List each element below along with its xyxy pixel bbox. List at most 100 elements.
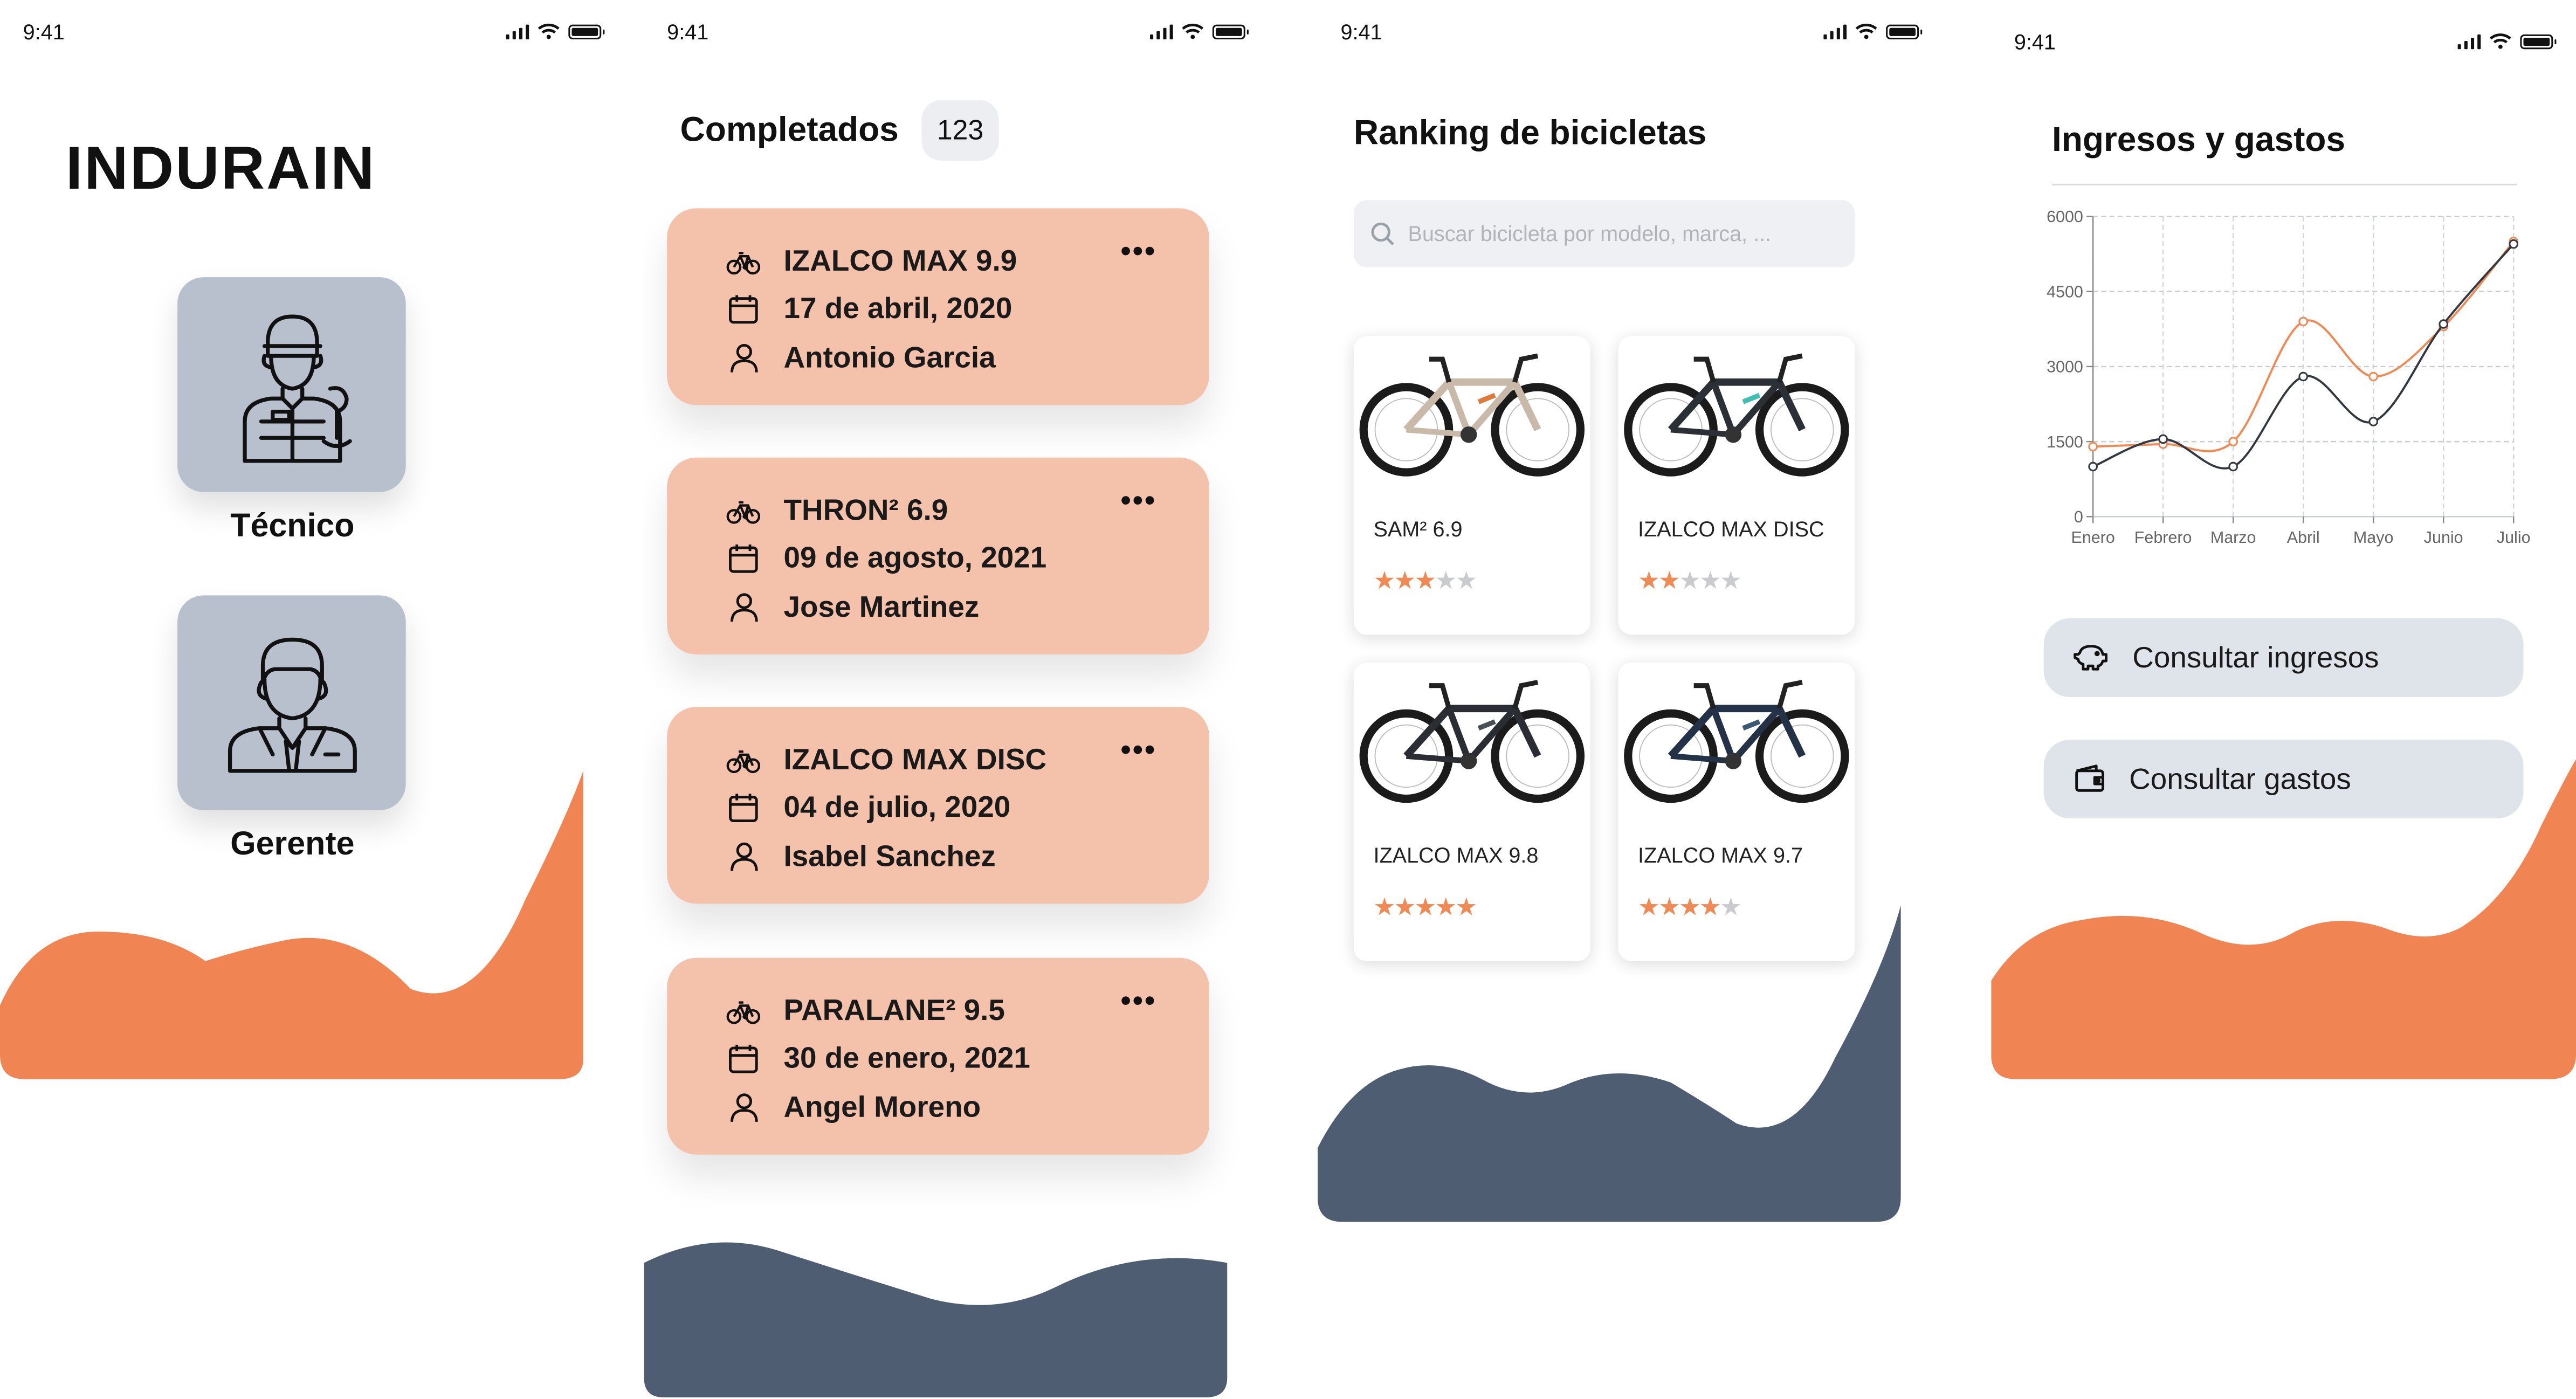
user-icon [729, 1093, 757, 1122]
status-time: 9:41 [667, 19, 709, 45]
user-icon [729, 593, 757, 622]
income-expense-chart: 0 1500 3000 4500 6000 Enero Febrero Marzo Abril M… [2047, 208, 2530, 547]
bike-name: IZALCO MAX 9.7 [1638, 843, 1803, 868]
bike-image [1624, 680, 1849, 803]
bike-card[interactable]: IZALCO MAX DISC ★★★★★ [1618, 336, 1855, 635]
star-icon: ★ [1699, 566, 1721, 596]
job-bike-name: IZALCO MAX 9.9 [783, 244, 1017, 278]
x-tick-label: Julio [2497, 528, 2530, 547]
role-label-tecnico: Técnico [230, 508, 355, 545]
more-options-icon[interactable]: ••• [1120, 235, 1156, 269]
button-label: Consultar ingresos [2132, 640, 2379, 673]
x-tick-label: Enero [2071, 528, 2114, 547]
data-point [2088, 442, 2098, 452]
data-point [2368, 371, 2379, 382]
job-date-row: 17 de abril, 2020 [726, 292, 1012, 327]
more-options-icon[interactable]: ••• [1120, 733, 1156, 768]
piggy-bank-icon [2074, 645, 2107, 671]
data-point [2228, 437, 2238, 446]
signal-icon [2457, 33, 2481, 49]
battery-icon [1886, 24, 1923, 39]
user-icon [729, 842, 757, 871]
star-icon: ★ [1638, 566, 1660, 596]
job-bike-row: PARALANE² 9.5 [726, 994, 1005, 1029]
job-bike-name: PARALANE² 9.5 [783, 994, 1005, 1027]
job-bike-row: IZALCO MAX 9.9 [726, 244, 1017, 279]
status-time: 9:41 [2014, 29, 2056, 54]
decorative-wave [1991, 759, 2576, 1079]
more-options-icon[interactable]: ••• [1120, 984, 1156, 1018]
bike-name: SAM² 6.9 [1373, 516, 1463, 541]
star-icon: ★ [1719, 566, 1742, 596]
job-person: Jose Martinez [783, 590, 980, 624]
job-bike-name: THRON² 6.9 [783, 493, 948, 527]
wifi-icon [538, 23, 560, 39]
star-icon: ★ [1414, 566, 1436, 596]
job-person: Angel Moreno [783, 1091, 981, 1124]
battery-icon [568, 24, 605, 39]
bike-name: IZALCO MAX 9.8 [1373, 843, 1539, 868]
job-date: 09 de agosto, 2021 [783, 541, 1047, 574]
finance-screen: 9:41 Ingresos y gastos 0 1500 3000 4500 6000… [1991, 0, 2576, 1399]
count-badge: 123 [921, 100, 999, 161]
status-bar: 9:41 [23, 19, 605, 50]
consultar-ingresos-button[interactable]: Consultar ingresos [2043, 618, 2524, 697]
search-bar[interactable] [1353, 200, 1855, 267]
job-person: Isabel Sanchez [783, 839, 996, 873]
user-icon [729, 343, 757, 373]
job-bike-name: IZALCO MAX DISC [783, 743, 1047, 776]
x-tick-label: Marzo [2210, 528, 2256, 547]
job-card[interactable]: ••• IZALCO MAX 9.9 17 de abril, 2020 Antoni… [667, 208, 1209, 405]
job-date-row: 04 de julio, 2020 [726, 790, 1010, 825]
series-line-0 [2093, 240, 2515, 452]
job-bike-row: IZALCO MAX DISC [726, 743, 1046, 777]
data-point [2439, 319, 2449, 329]
role-button-tecnico[interactable] [177, 277, 406, 492]
bike-card[interactable]: SAM² 6.9 ★★★★★ [1353, 336, 1590, 635]
signal-icon [505, 24, 529, 39]
more-options-icon[interactable]: ••• [1120, 484, 1156, 518]
data-point [2298, 316, 2309, 327]
page-title: Ranking de bicicletas [1353, 114, 1707, 153]
job-card[interactable]: ••• THRON² 6.9 09 de agosto, 2021 Jose Mart… [667, 457, 1209, 654]
signal-icon [1822, 24, 1847, 39]
job-person-row: Angel Moreno [726, 1091, 981, 1125]
mechanic-icon [242, 313, 352, 462]
manager-icon [227, 637, 356, 772]
data-point [2158, 434, 2168, 444]
job-card[interactable]: ••• PARALANE² 9.5 30 de enero, 2021 Angel M… [667, 957, 1209, 1155]
wifi-icon [1855, 23, 1877, 39]
title-divider [2051, 183, 2517, 185]
y-tick-label: 4500 [2047, 282, 2083, 301]
job-bike-row: THRON² 6.9 [726, 494, 948, 528]
y-tick-label: 3000 [2047, 358, 2083, 376]
status-time: 9:41 [23, 19, 65, 45]
job-date-row: 30 de enero, 2021 [726, 1042, 1030, 1076]
decorative-wave [1317, 905, 1901, 1222]
page-title: Completados [680, 111, 899, 149]
star-icon: ★ [1435, 566, 1457, 596]
data-point [2298, 371, 2309, 382]
signal-icon [1149, 24, 1173, 39]
star-icon: ★ [1394, 566, 1416, 596]
star-icon: ★ [1455, 566, 1477, 596]
job-date-row: 09 de agosto, 2021 [726, 541, 1046, 576]
status-time: 9:41 [1340, 19, 1382, 45]
job-person-row: Antonio Garcia [726, 341, 996, 376]
decorative-wave [0, 770, 583, 1079]
y-tick-label: 6000 [2047, 208, 2083, 226]
job-date: 17 de abril, 2020 [783, 292, 1013, 325]
job-date: 30 de enero, 2021 [783, 1041, 1030, 1074]
x-tick-label: Febrero [2134, 528, 2192, 547]
bike-image [1624, 353, 1849, 477]
bicycle-icon [726, 749, 761, 773]
calendar-icon [729, 295, 758, 324]
page-title: Ingresos y gastos [2051, 121, 2346, 160]
y-tick-label: 1500 [2047, 433, 2083, 451]
search-input[interactable] [1408, 221, 1802, 246]
star-icon: ★ [1678, 566, 1701, 596]
job-person-row: Jose Martinez [726, 590, 979, 625]
battery-icon [2520, 33, 2557, 49]
rating-stars: ★★★★★ [1638, 566, 1742, 596]
job-card[interactable]: ••• IZALCO MAX DISC 04 de julio, 2020 Isabe… [667, 707, 1209, 904]
